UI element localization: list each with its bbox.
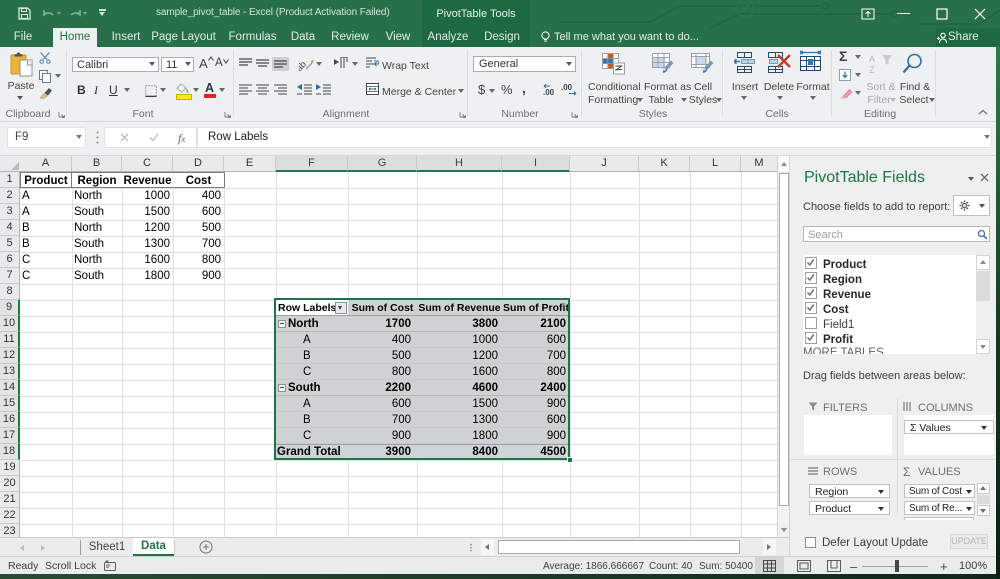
svg-text:.00: .00 [543, 88, 555, 96]
svg-text:A: A [869, 54, 875, 64]
svg-text:ab: ab [299, 59, 308, 71]
svg-text:.00: .00 [561, 83, 573, 92]
svg-text:Z: Z [869, 65, 875, 75]
